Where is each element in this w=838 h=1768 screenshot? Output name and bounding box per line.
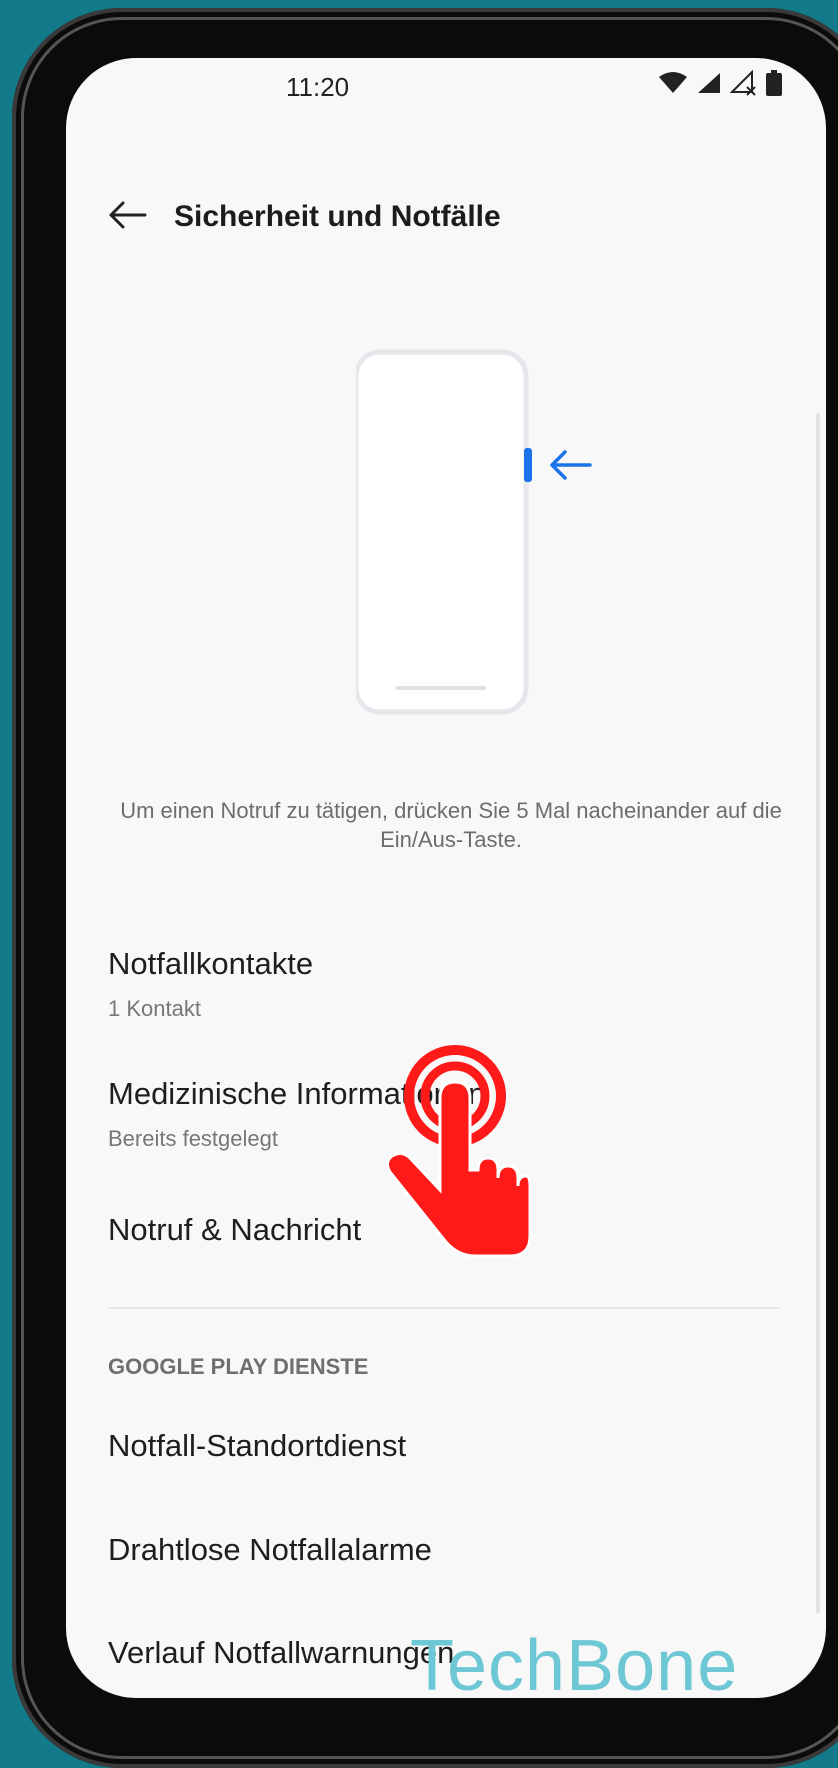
wireless-emergency-alerts-item[interactable]: Drahtlose Notfallalarme (108, 1532, 788, 1568)
item-title: Drahtlose Notfallalarme (108, 1532, 432, 1567)
back-arrow-icon (107, 200, 147, 235)
item-subtitle: 1 Kontakt (108, 996, 201, 1021)
emergency-location-service-item[interactable]: Notfall-Standortdienst (108, 1428, 788, 1464)
status-icons (658, 69, 782, 101)
signal-no-sim-icon (729, 69, 758, 101)
back-button[interactable] (102, 192, 152, 242)
divider (108, 1307, 780, 1309)
item-title: Notfall-Standortdienst (108, 1428, 407, 1463)
wifi-icon (658, 71, 688, 100)
section-header: GOOGLE PLAY DIENSTE (108, 1354, 369, 1379)
tap-hand-icon (380, 1040, 532, 1260)
phone-screen: 11:20 Sicherheit und Notfälle Um einen N… (66, 58, 826, 1698)
battery-icon (766, 70, 782, 101)
status-bar: 11:20 (66, 58, 826, 118)
phone-power-button-illustration (353, 348, 606, 718)
status-time: 11:20 (286, 72, 350, 102)
top-app-bar: Sicherheit und Notfälle (66, 178, 826, 258)
techbone-watermark: TechBone (410, 1626, 739, 1706)
item-title: Notfallkontakte (108, 946, 314, 981)
page-title: Sicherheit und Notfälle (174, 200, 501, 233)
power-button-description: Um einen Notruf zu tätigen, drücken Sie … (120, 798, 782, 852)
phone-frame: 11:20 Sicherheit und Notfälle Um einen N… (12, 8, 838, 1768)
scrollbar[interactable] (816, 413, 820, 1613)
emergency-contacts-item[interactable]: Notfallkontakte 1 Kontakt (108, 946, 788, 1022)
signal-icon (696, 71, 722, 100)
